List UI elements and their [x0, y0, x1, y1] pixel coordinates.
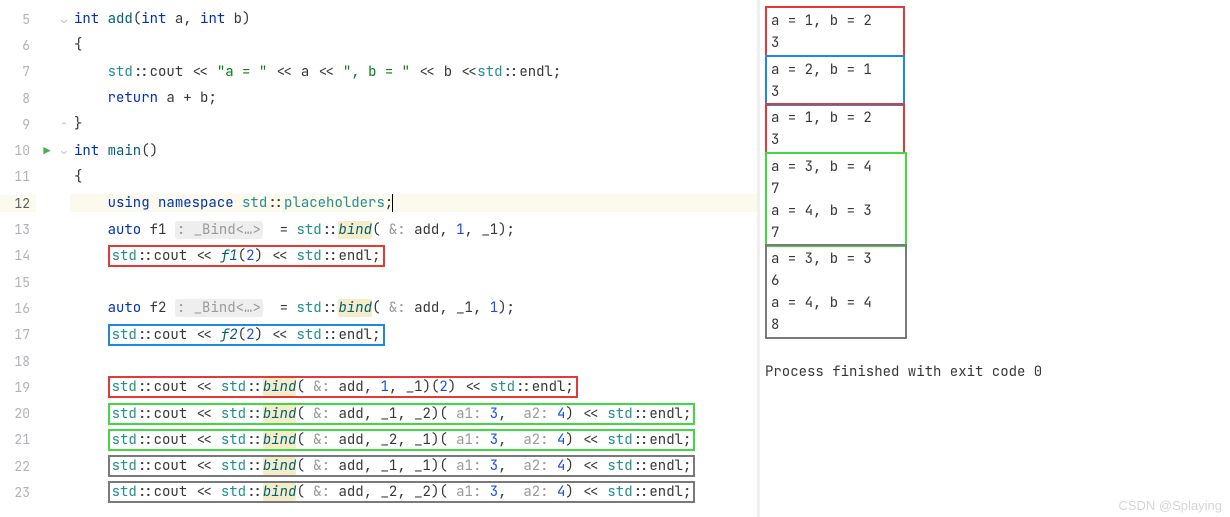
line-number[interactable]: 20: [0, 405, 36, 422]
output-pane: a = 1, b = 2 3a = 2, b = 1 3a = 1, b = 2…: [760, 0, 1230, 517]
output-group: a = 3, b = 3 6 a = 4, b = 4 8: [765, 244, 907, 339]
code-line[interactable]: 18: [0, 348, 757, 374]
line-number[interactable]: 7: [0, 63, 36, 80]
code-text[interactable]: std::cout << "a = " << a << ", b = " << …: [70, 63, 757, 81]
line-number[interactable]: 18: [0, 353, 36, 370]
code-line[interactable]: 23 std::cout << std::bind( &: add, _2, _…: [0, 479, 757, 505]
line-number[interactable]: 6: [0, 37, 36, 54]
fold-icon[interactable]: ⌃: [58, 118, 70, 131]
code-text[interactable]: auto f1 : _Bind<…> = std::bind( &: add, …: [70, 221, 757, 239]
line-number[interactable]: 21: [0, 431, 36, 448]
line-number[interactable]: 14: [0, 247, 36, 264]
code-text[interactable]: std::cout << std::bind( &: add, 1, _1)(2…: [70, 376, 757, 398]
line-number[interactable]: 8: [0, 90, 36, 107]
code-line[interactable]: 16 auto f2 : _Bind<…> = std::bind( &: ad…: [0, 295, 757, 321]
line-number[interactable]: 5: [0, 11, 36, 28]
code-text[interactable]: {: [70, 36, 757, 54]
code-line[interactable]: 21 std::cout << std::bind( &: add, _2, _…: [0, 427, 757, 453]
code-editor[interactable]: 5⌄int add(int a, int b)6{7 std::cout << …: [0, 0, 757, 517]
code-line[interactable]: 5 ⌄int add(int a, int b): [0, 6, 757, 32]
line-number[interactable]: 16: [0, 300, 36, 317]
line-number[interactable]: 13: [0, 221, 36, 238]
code-text[interactable]: {: [70, 168, 757, 186]
fold-icon[interactable]: ⌄: [58, 144, 70, 157]
code-text[interactable]: return a + b;: [70, 89, 757, 107]
code-line[interactable]: 9 ⌃}: [0, 111, 757, 137]
code-line[interactable]: 8 return a + b;: [0, 85, 757, 111]
line-number[interactable]: 19: [0, 379, 36, 396]
line-number[interactable]: 12: [0, 195, 36, 212]
line-number[interactable]: 11: [0, 168, 36, 185]
output-group: a = 2, b = 1 3: [765, 55, 905, 106]
code-text[interactable]: std::cout << f1(2) << std::endl;: [70, 245, 757, 267]
line-number[interactable]: 23: [0, 484, 36, 501]
code-text[interactable]: int add(int a, int b): [70, 10, 757, 28]
code-line[interactable]: 12 using namespace std::placeholders;: [0, 190, 757, 216]
code-line[interactable]: 20 std::cout << std::bind( &: add, _1, _…: [0, 400, 757, 426]
output-group: a = 3, b = 4 7 a = 4, b = 3 7: [765, 152, 907, 247]
code-line[interactable]: 14 std::cout << f1(2) << std::endl;: [0, 243, 757, 269]
run-icon[interactable]: ▶: [43, 143, 50, 159]
code-line[interactable]: 22 std::cout << std::bind( &: add, _1, _…: [0, 453, 757, 479]
line-number[interactable]: 15: [0, 274, 36, 291]
code-line[interactable]: 10 ▶ ⌄int main(): [0, 137, 757, 163]
gutter-icon[interactable]: ▶: [36, 143, 58, 159]
code-line[interactable]: 13 auto f1 : _Bind<…> = std::bind( &: ad…: [0, 216, 757, 242]
code-text[interactable]: std::cout << std::bind( &: add, _1, _2)(…: [70, 403, 757, 425]
code-text[interactable]: std::cout << std::bind( &: add, _1, _1)(…: [70, 455, 757, 477]
output-group: a = 1, b = 2 3: [765, 103, 905, 154]
code-line[interactable]: 11 {: [0, 164, 757, 190]
code-line[interactable]: 7 std::cout << "a = " << a << ", b = " <…: [0, 59, 757, 85]
code-text[interactable]: int main(): [70, 142, 757, 160]
line-number[interactable]: 10: [0, 142, 36, 159]
line-number[interactable]: 22: [0, 458, 36, 475]
code-text[interactable]: auto f2 : _Bind<…> = std::bind( &: add, …: [70, 299, 757, 317]
code-text[interactable]: }: [70, 115, 757, 133]
process-exit-text: Process finished with exit code 0: [765, 363, 1230, 381]
fold-icon[interactable]: ⌄: [58, 13, 70, 26]
code-line[interactable]: 6{: [0, 32, 757, 58]
watermark: CSDN @Splaying: [1118, 498, 1222, 513]
code-text[interactable]: std::cout << std::bind( &: add, _2, _1)(…: [70, 429, 757, 451]
line-number[interactable]: 9: [0, 116, 36, 133]
code-text[interactable]: std::cout << f2(2) << std::endl;: [70, 324, 757, 346]
line-number[interactable]: 17: [0, 326, 36, 343]
code-line[interactable]: 19 std::cout << std::bind( &: add, 1, _1…: [0, 374, 757, 400]
code-text[interactable]: std::cout << std::bind( &: add, _2, _2)(…: [70, 481, 757, 503]
code-text[interactable]: using namespace std::placeholders;: [70, 194, 757, 212]
code-line[interactable]: 15: [0, 269, 757, 295]
output-group: a = 1, b = 2 3: [765, 6, 905, 57]
code-line[interactable]: 17 std::cout << f2(2) << std::endl;: [0, 322, 757, 348]
